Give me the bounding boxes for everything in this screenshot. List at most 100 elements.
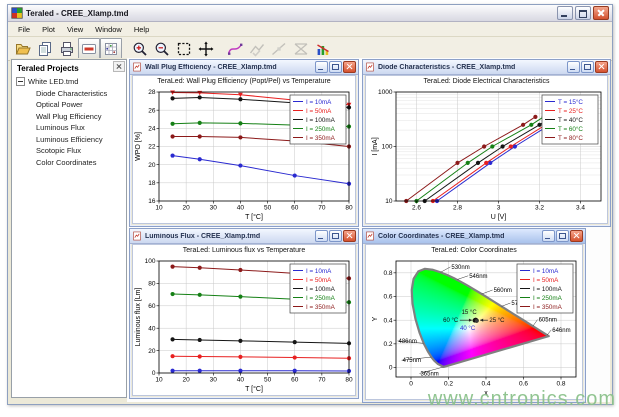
- diode-minimize-button[interactable]: [567, 61, 580, 73]
- diode-close-button[interactable]: [595, 61, 608, 73]
- luminous-close-button[interactable]: [343, 230, 356, 242]
- spline-tool-icon[interactable]: [224, 38, 246, 59]
- diode-titlebar[interactable]: Diode Characteristics - CREE_Xlamp.tmd: [363, 60, 610, 75]
- svg-text:40: 40: [237, 377, 245, 384]
- app-titlebar[interactable]: Teraled - CREE_Xlamp.tmd: [8, 5, 612, 22]
- chart-document-icon: [132, 231, 142, 241]
- svg-text:530nm: 530nm: [451, 265, 469, 271]
- chart-document-icon: [365, 62, 375, 72]
- app-logo-icon: [11, 7, 23, 19]
- wall-plug-minimize-button[interactable]: [315, 61, 328, 73]
- projects-panel: Teraled Projects White LED.tmdDiode Char…: [11, 59, 127, 398]
- app-close-button[interactable]: [593, 6, 609, 20]
- wall-plug-close-button[interactable]: [343, 61, 356, 73]
- tree-item-optical-power[interactable]: Optical Power: [12, 99, 126, 111]
- menu-item-help[interactable]: Help: [128, 24, 155, 35]
- luminous-titlebar[interactable]: Luminous Flux - CREE_Xlamp.tmd: [130, 229, 358, 244]
- mdi-area: Wall Plug Efficiency - CREE_Xlamp.tmd Te…: [127, 58, 610, 402]
- pan-icon[interactable]: [195, 38, 217, 59]
- data-grid-icon[interactable]: [100, 38, 122, 59]
- project-tree: White LED.tmdDiode CharacteristicsOptica…: [12, 76, 126, 168]
- svg-text:100: 100: [382, 144, 393, 151]
- color-coordinates-chart[interactable]: 00.20.40.60.800.20.40.60.8530nm546nm560n…: [366, 256, 582, 399]
- svg-text:10: 10: [155, 377, 163, 384]
- svg-text:I = 250mA: I = 250mA: [306, 126, 336, 133]
- svg-text:0: 0: [409, 381, 413, 388]
- window-diode-characteristics: Diode Characteristics - CREE_Xlamp.tmd T…: [362, 59, 611, 227]
- zoom-in-icon[interactable]: [129, 38, 151, 59]
- svg-text:0.4: 0.4: [481, 381, 490, 388]
- diode-chart[interactable]: 1010010002.62.833.23.4U [V]I [mA]T = 15°…: [366, 87, 607, 223]
- svg-text:I = 10mA: I = 10mA: [306, 268, 332, 275]
- diode-maximize-button[interactable]: [581, 61, 594, 73]
- svg-text:I = 250mA: I = 250mA: [533, 295, 563, 302]
- panel-close-icon[interactable]: [113, 61, 125, 72]
- menu-item-window[interactable]: Window: [89, 24, 128, 35]
- color-title: Color Coordinates - CREE_Xlamp.tmd: [378, 233, 539, 240]
- svg-text:560nm: 560nm: [494, 288, 512, 294]
- tree-collapse-icon[interactable]: [16, 77, 25, 86]
- svg-text:U [V]: U [V]: [491, 214, 507, 221]
- fit-tool-icon[interactable]: [246, 38, 268, 59]
- svg-text:28: 28: [148, 89, 156, 96]
- svg-text:80: 80: [345, 377, 353, 384]
- menu-bar: FilePlotViewWindowHelp: [8, 22, 612, 37]
- svg-text:3.2: 3.2: [535, 205, 544, 212]
- svg-text:2.6: 2.6: [412, 205, 421, 212]
- tree-item-color-coordinates[interactable]: Color Coordinates: [12, 157, 126, 169]
- svg-text:T [°C]: T [°C]: [245, 213, 263, 221]
- svg-text:22: 22: [148, 144, 156, 151]
- svg-text:40 °C: 40 °C: [460, 326, 476, 332]
- menu-item-plot[interactable]: Plot: [36, 24, 61, 35]
- svg-text:100: 100: [145, 258, 156, 265]
- tree-item-luminous-flux[interactable]: Luminous Flux: [12, 122, 126, 134]
- color-close-button[interactable]: [570, 230, 583, 242]
- svg-text:0.6: 0.6: [383, 294, 392, 301]
- svg-text:T [°C]: T [°C]: [245, 385, 263, 393]
- wall-plug-titlebar[interactable]: Wall Plug Efficiency - CREE_Xlamp.tmd: [130, 60, 358, 75]
- print-icon[interactable]: [56, 38, 78, 59]
- menu-item-view[interactable]: View: [61, 24, 89, 35]
- svg-text:20: 20: [148, 348, 156, 355]
- tree-root-white-led[interactable]: White LED.tmd: [12, 76, 126, 88]
- svg-text:0.2: 0.2: [444, 381, 453, 388]
- svg-text:T = 40°C: T = 40°C: [558, 116, 583, 124]
- open-file-icon[interactable]: [12, 38, 34, 59]
- app-minimize-button[interactable]: [557, 6, 573, 20]
- tree-item-diode-characteristics[interactable]: Diode Characteristics: [12, 88, 126, 100]
- svg-text:60: 60: [291, 205, 299, 212]
- color-titlebar[interactable]: Color Coordinates - CREE_Xlamp.tmd: [363, 229, 585, 244]
- menu-item-file[interactable]: File: [12, 24, 36, 35]
- color-maximize-button[interactable]: [556, 230, 569, 242]
- wall-plug-title: Wall Plug Efficiency - CREE_Xlamp.tmd: [145, 64, 312, 71]
- copy-icon[interactable]: [34, 38, 56, 59]
- app-restore-button[interactable]: [575, 6, 591, 20]
- tree-item-scotopic-flux[interactable]: Scotopic Flux: [12, 145, 126, 157]
- luminous-maximize-button[interactable]: [329, 230, 342, 242]
- svg-text:I = 250mA: I = 250mA: [306, 295, 336, 302]
- zoom-out-icon[interactable]: [151, 38, 173, 59]
- svg-text:T = 60°C: T = 60°C: [558, 125, 583, 133]
- tree-item-wall-plug-efficiency[interactable]: Wall Plug Efficiency: [12, 111, 126, 123]
- svg-text:I = 50mA: I = 50mA: [306, 277, 332, 284]
- svg-text:40: 40: [148, 325, 156, 332]
- tree-item-luminous-efficiency[interactable]: Luminous Efficiency: [12, 134, 126, 146]
- svg-text:25 °C: 25 °C: [489, 318, 505, 324]
- luminous-chart[interactable]: 0204060801001020304050607080T [°C]Lumino…: [133, 256, 355, 395]
- slope-tool-icon[interactable]: [268, 38, 290, 59]
- color-minimize-button[interactable]: [542, 230, 555, 242]
- zoom-extent-icon[interactable]: [173, 38, 195, 59]
- svg-text:Y: Y: [372, 316, 379, 321]
- luminous-minimize-button[interactable]: [315, 230, 328, 242]
- chart-document-icon: [132, 62, 142, 72]
- svg-text:20: 20: [148, 162, 156, 169]
- wall-plug-chart[interactable]: 161820222426281020304050607080T [°C]WPO …: [133, 87, 355, 223]
- wall-plug-maximize-button[interactable]: [329, 61, 342, 73]
- chart-title: TeraLed: Wall Plug Efficiency (Popt/Pel)…: [133, 76, 355, 87]
- projects-panel-title: Teraled Projects: [12, 60, 126, 76]
- svg-text:1000: 1000: [378, 89, 393, 96]
- report-view-icon[interactable]: [78, 38, 100, 59]
- color-plot-icon[interactable]: [312, 38, 334, 59]
- envelope-tool-icon[interactable]: [290, 38, 312, 59]
- svg-text:70: 70: [318, 205, 326, 212]
